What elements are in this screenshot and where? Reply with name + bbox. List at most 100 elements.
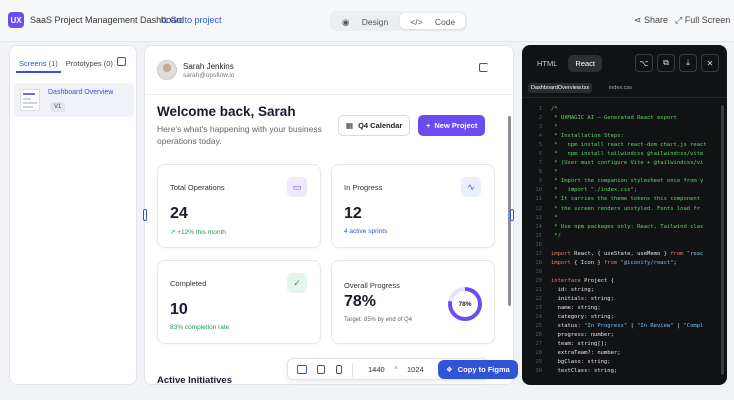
line-number: 6 [538,151,542,158]
line-number: 10 [535,187,542,194]
code-text: * Installation Steps: [551,133,624,140]
copy-icon[interactable]: ⧉ [657,54,675,72]
code-text: * import "./index.css"; [551,187,638,194]
code-icon: </> [410,17,425,27]
tab-html[interactable]: HTML [530,55,564,72]
code-line: 26 progress: number; [522,331,727,340]
logout-icon[interactable] [479,63,488,72]
toolbar-divider [352,363,353,377]
screens-panel-tabs: Screens (1) Prototypes (0) [16,56,116,73]
viewport-height[interactable]: 1024 [407,365,424,374]
code-format-tabs: HTML React [530,55,603,72]
code-line: 8 * [522,168,727,177]
screen-thumbnail [20,89,40,111]
tablet-view-icon[interactable] [317,365,325,374]
line-number: 12 [535,205,542,212]
viewport-width[interactable]: 1440 [368,365,385,374]
q4-calendar-button[interactable]: ▦ Q4 Calendar [338,115,411,136]
code-text: import { Icon } from "@iconify/react"; [551,259,677,266]
code-text: /* [551,106,558,112]
download-icon[interactable]: ⤓ [679,54,697,72]
code-text: status: "In Progress" | "In Review" | "C… [551,323,704,330]
file-tab-dashboard[interactable]: DashboardOverview.tsx [528,83,593,93]
card-in-progress: In Progress ∿ 12 4 active sprints [331,164,495,248]
code-editor[interactable]: 1 /* 2 * UXMAGIC AI — Generated React expo… [522,105,727,376]
external-link-icon: ⧉ [161,15,170,25]
code-line: 3 * [522,123,727,132]
new-project-button[interactable]: + New Project [418,115,486,136]
code-text: * npm install tailwindcss @tailwindcss/v… [551,151,704,158]
code-text: extraTeam?: number; [551,350,621,357]
code-text: * (User must configure Vite + @tailwindc… [551,160,704,167]
code-toggle-button[interactable]: </> Code [400,13,466,29]
code-line: 15 */ [522,232,727,241]
code-text: id: string; [551,286,595,293]
tab-screens[interactable]: Screens (1) [16,56,61,73]
github-icon[interactable]: ⌥ [635,54,653,72]
code-line: 20 interface Project { [522,277,727,286]
screens-panel: Screens (1) Prototypes (0) Dashboard Ove… [9,45,137,385]
copy-to-figma-button[interactable]: ❖ Copy to Figma [438,360,518,379]
code-text: bgClass: string; [551,359,611,366]
code-text: name: string; [551,305,601,312]
code-line: 4 * Installation Steps: [522,132,727,141]
progress-ring: 78% [448,287,482,321]
line-number: 23 [535,305,542,312]
user-name: Sarah Jenkins [183,62,234,71]
go-to-project-label: Go to project [169,15,222,25]
line-number: 22 [535,295,542,302]
tab-react[interactable]: React [568,55,603,72]
welcome-subtitle: Here's what's happening with your busine… [157,124,322,146]
code-line: 23 name: string; [522,304,727,313]
code-line: 13 * [522,214,727,223]
calendar-icon: ▦ [346,121,354,130]
code-line: 10 * import "./index.css"; [522,186,727,195]
line-number: 19 [535,268,542,275]
screen-item-dashboard-overview[interactable]: Dashboard Overview V1 [14,83,134,117]
code-line: 30 textClass: string; [522,367,727,376]
line-number: 20 [535,277,542,284]
panel-toggle-icon[interactable] [117,57,126,66]
code-text: */ [551,232,561,239]
card-value: 10 [170,301,188,318]
card-note: 4 active sprints [344,228,388,235]
code-line: 17 import React, { useState, useMemo } fr… [522,250,727,259]
activity-icon: ∿ [461,177,481,197]
line-number: 14 [535,223,542,230]
card-value: 12 [344,205,362,222]
go-to-project-link[interactable]: ⧉ Go to project [161,15,221,26]
file-tab-index-css[interactable]: index.css [609,85,632,91]
code-text: * [551,124,558,131]
full-screen-button[interactable]: ⤢ Full Screen [675,15,730,26]
screen-label: Dashboard Overview [48,89,114,96]
app-logo: UX [8,12,24,28]
code-line: 18 import { Icon } from "@iconify/react"; [522,259,727,268]
code-line: 9 * Import the companion stylesheet once… [522,177,727,186]
line-number: 1 [538,106,542,112]
design-toggle-button[interactable]: ◉ Design [332,13,398,29]
code-scrollbar[interactable] [721,105,724,375]
tab-prototypes[interactable]: Prototypes (0) [63,56,116,73]
line-number: 28 [535,350,542,357]
code-line: 21 id: string; [522,286,727,295]
desktop-view-icon[interactable] [297,365,307,374]
resize-handle-left[interactable] [143,209,147,221]
code-line: 1 /* [522,105,727,114]
code-line: 11 * It carries the theme tokens this co… [522,195,727,204]
code-line: 5 * npm install react react-dom chart.js… [522,141,727,150]
code-panel: HTML React ⌥ ⧉ ⤓ ✕ DashboardOverview.tsx… [522,45,727,385]
share-button[interactable]: ⋖ Share [634,15,668,26]
code-text: * npm install react react-dom chart.js r… [551,142,707,149]
section-title: Active Initiatives [157,375,232,385]
card-title: In Progress [344,183,383,192]
close-icon[interactable]: ✕ [701,54,719,72]
line-number: 5 [538,142,542,149]
card-title: Completed [170,279,207,288]
mobile-view-icon[interactable] [336,365,342,374]
line-number: 18 [535,259,542,266]
resize-handle-right[interactable] [510,209,514,221]
code-text: * Import the companion stylesheet once f… [551,178,704,185]
code-line: 16 [522,241,727,250]
card-note: Target: 85% by end of Q4 [344,317,413,323]
line-number: 25 [535,323,542,330]
